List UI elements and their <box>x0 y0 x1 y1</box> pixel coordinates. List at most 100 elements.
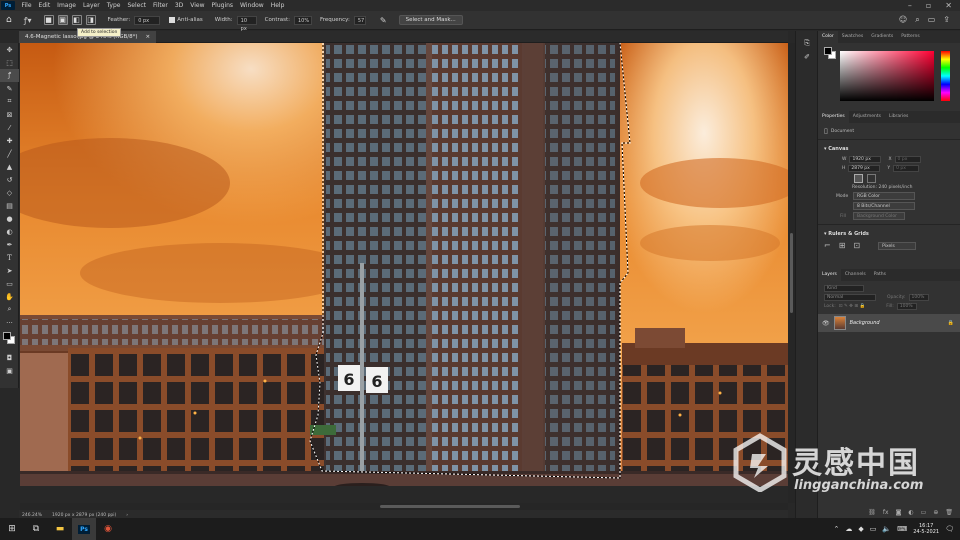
home-icon[interactable]: ⌂ <box>6 15 12 25</box>
tab-paths[interactable]: Paths <box>870 269 890 281</box>
canvas-y-input[interactable]: 0 px <box>893 165 920 172</box>
gradient-tool-icon[interactable]: ▤ <box>0 199 19 212</box>
menu-help[interactable]: Help <box>267 2 288 9</box>
network-icon[interactable]: ▭ <box>870 525 877 533</box>
zoom-tool-icon[interactable]: ⌕ <box>0 303 19 316</box>
units-dropdown[interactable]: Pixels <box>878 241 917 250</box>
layer-kind-filter[interactable]: Kind <box>824 285 864 292</box>
recorder-app-icon[interactable]: ◉ <box>96 518 120 540</box>
menu-filter[interactable]: Filter <box>150 2 172 9</box>
layer-name[interactable]: Background <box>850 320 880 326</box>
menu-image[interactable]: Image <box>54 2 80 9</box>
tab-swatches[interactable]: Swatches <box>838 31 868 43</box>
opacity-input[interactable]: 100% <box>908 294 929 301</box>
add-to-selection-icon[interactable]: ▣ <box>57 15 68 25</box>
brush-settings-panel-icon[interactable]: ✐ <box>796 50 818 63</box>
menu-plugins[interactable]: Plugins <box>208 2 237 9</box>
path-selection-tool-icon[interactable]: ➤ <box>0 264 19 277</box>
guides-icon[interactable]: ⊡ <box>853 241 860 250</box>
vertical-scroll-thumb[interactable] <box>790 233 793 313</box>
pen-pressure-icon[interactable]: ✎ <box>380 16 387 25</box>
menu-layer[interactable]: Layer <box>79 2 103 9</box>
dropbox-icon[interactable]: ◆ <box>858 525 863 533</box>
pen-tool-icon[interactable]: ✒ <box>0 238 19 251</box>
clock[interactable]: 16:17 24-5-2021 <box>913 523 939 535</box>
canvas-width-input[interactable]: 1920 px <box>849 156 882 163</box>
canvas-x-input[interactable]: 0 px <box>894 156 921 163</box>
feather-input[interactable]: 0 px <box>134 15 161 25</box>
tray-chevron-icon[interactable]: ⌃ <box>834 525 840 533</box>
tab-layers[interactable]: Layers <box>818 269 841 281</box>
new-selection-icon[interactable]: ■ <box>43 15 54 25</box>
menu-view[interactable]: View <box>187 2 208 9</box>
hue-slider[interactable] <box>941 51 950 101</box>
link-layers-icon[interactable]: ⛓ <box>868 509 876 516</box>
horizontal-scrollbar[interactable] <box>20 503 788 510</box>
history-panel-icon[interactable]: ⎘ <box>796 37 818 50</box>
hand-tool-icon[interactable]: ✋ <box>0 290 19 303</box>
tab-properties[interactable]: Properties <box>818 111 849 123</box>
eyedropper-tool-icon[interactable]: ⁄ <box>0 121 19 134</box>
menu-3d[interactable]: 3D <box>171 2 186 9</box>
file-explorer-icon[interactable]: ▬ <box>48 518 72 540</box>
zoom-level[interactable]: 246.24% <box>22 513 42 518</box>
tab-libraries[interactable]: Libraries <box>885 111 912 123</box>
delete-layer-icon[interactable]: 🗑 <box>945 509 953 516</box>
rulers-grids-header[interactable]: ▾ Rulers & Grids <box>818 228 960 240</box>
menu-edit[interactable]: Edit <box>35 2 54 9</box>
quick-mask-icon[interactable]: ◘ <box>0 351 19 364</box>
lasso-tool-icon[interactable]: ꝭ <box>0 69 19 82</box>
mode-dropdown[interactable]: RGB Color <box>853 192 915 200</box>
foreground-color[interactable] <box>3 332 11 340</box>
width-input[interactable]: 10 px <box>236 15 257 32</box>
fx-icon[interactable]: fx <box>883 509 889 516</box>
dodge-tool-icon[interactable]: ◐ <box>0 225 19 238</box>
color-swatches[interactable] <box>0 329 19 351</box>
tab-adjustments[interactable]: Adjustments <box>849 111 885 123</box>
horizontal-scroll-thumb[interactable] <box>380 505 520 508</box>
tab-patterns[interactable]: Patterns <box>897 31 924 43</box>
subtract-selection-icon[interactable]: ◧ <box>71 15 82 25</box>
marquee-tool-icon[interactable]: ⬚ <box>0 56 19 69</box>
bits-dropdown[interactable]: 8 Bits/Channel <box>853 202 915 210</box>
layer-fill-input[interactable]: 100% <box>896 303 917 310</box>
close-tab-icon[interactable]: × <box>146 34 151 40</box>
fill-dropdown[interactable]: Background Color <box>853 212 905 220</box>
menu-type[interactable]: Type <box>103 2 124 9</box>
frequency-input[interactable]: 57 <box>353 15 366 25</box>
document-info[interactable]: 1920 px x 2879 px (240 ppi) <box>52 513 116 518</box>
tab-gradients[interactable]: Gradients <box>867 31 897 43</box>
windows-start-icon[interactable]: ⊞ <box>0 518 24 540</box>
new-layer-icon[interactable]: ⊕ <box>933 509 938 516</box>
blur-tool-icon[interactable]: ● <box>0 212 19 225</box>
adjustment-layer-icon[interactable]: ◐ <box>908 509 913 516</box>
crop-tool-icon[interactable]: ⌗ <box>0 95 19 108</box>
language-icon[interactable]: ⌨ <box>897 525 907 533</box>
new-group-icon[interactable]: ▭ <box>921 509 927 516</box>
share-export-icon[interactable]: ⇪ <box>943 15 950 25</box>
blend-mode-dropdown[interactable]: Normal <box>824 294 876 301</box>
more-tools-icon[interactable]: ··· <box>0 316 19 329</box>
lock-icons[interactable]: ⊡ ✎ ✥ ⊞ 🔒 <box>839 304 865 309</box>
brush-tool-icon[interactable]: ╱ <box>0 147 19 160</box>
search-icon[interactable]: ⌕ <box>915 15 919 25</box>
select-and-mask-button[interactable]: Select and Mask... <box>398 15 463 25</box>
magnetic-lasso-preset-icon[interactable]: ꝭ▾ <box>24 15 32 26</box>
screen-mode-icon[interactable]: ▣ <box>0 364 19 377</box>
add-mask-icon[interactable]: ◙ <box>896 509 902 516</box>
photoshop-taskbar-icon[interactable]: Ps <box>72 518 96 540</box>
close-window-icon[interactable]: ✕ <box>945 1 952 10</box>
frame-tool-icon[interactable]: ⊠ <box>0 108 19 121</box>
intersect-selection-icon[interactable]: ◨ <box>85 15 96 25</box>
menu-file[interactable]: File <box>18 2 35 9</box>
document-canvas[interactable]: 6 6 <box>20 43 788 486</box>
landscape-icon[interactable] <box>867 174 876 183</box>
grid-icon[interactable]: ⊞ <box>839 241 846 250</box>
healing-tool-icon[interactable]: ✚ <box>0 134 19 147</box>
shape-tool-icon[interactable]: ▭ <box>0 277 19 290</box>
move-tool-icon[interactable]: ✥ <box>0 43 19 56</box>
type-tool-icon[interactable]: T <box>0 251 19 264</box>
quick-select-tool-icon[interactable]: ✎ <box>0 82 19 95</box>
color-fg-swatch[interactable] <box>824 47 832 55</box>
portrait-icon[interactable] <box>854 174 863 183</box>
